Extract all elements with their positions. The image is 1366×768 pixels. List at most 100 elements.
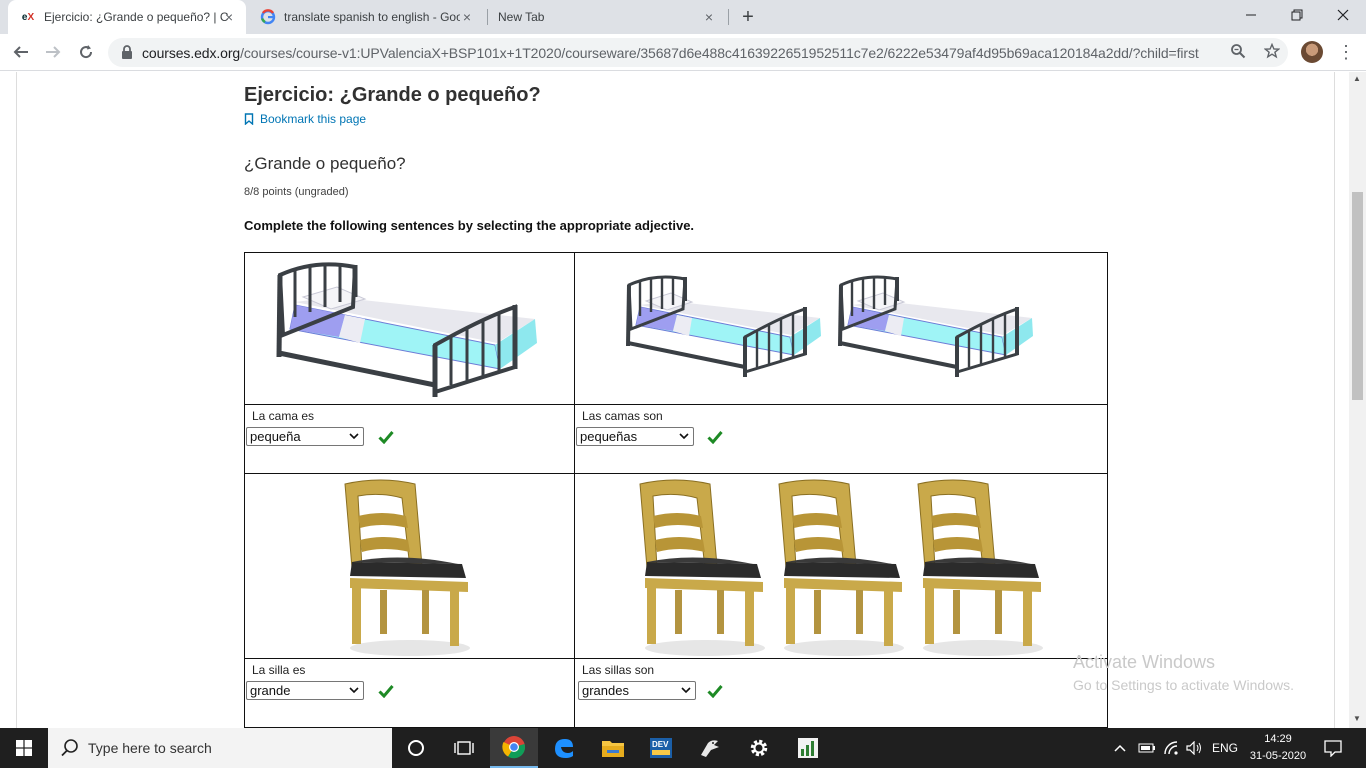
start-button[interactable]: [0, 728, 48, 768]
profile-avatar[interactable]: [1301, 41, 1323, 63]
task-view-icon: [454, 741, 474, 755]
tab-separator: [728, 9, 729, 25]
tab-label: Ejercicio: ¿Grande o pequeño? | C: [44, 10, 229, 24]
sentence-label: Las camas son: [582, 409, 663, 423]
folder-icon: [602, 741, 624, 757]
answer-cell: La cama es pequeña: [245, 405, 575, 474]
minimize-button[interactable]: [1228, 0, 1274, 30]
address-bar[interactable]: courses.edx.org/courses/course-v1:UPVale…: [108, 38, 1288, 67]
chair-image: [344, 479, 470, 656]
activate-windows-subtitle: Go to Settings to activate Windows.: [1073, 677, 1294, 693]
tab-google-translate[interactable]: translate spanish to english - Goo ×: [248, 0, 484, 34]
task-view-button[interactable]: [440, 728, 488, 768]
search-placeholder: Type here to search: [88, 740, 212, 756]
selected-value: pequeñas: [580, 429, 638, 444]
browser-tab-strip: eX Ejercicio: ¿Grande o pequeño? | C × t…: [0, 0, 1366, 34]
correct-check-icon: [378, 685, 394, 698]
adjective-select[interactable]: grandes: [578, 681, 696, 700]
battery-icon[interactable]: [1138, 728, 1156, 768]
chevron-down-icon: [679, 433, 689, 440]
bookmark-link[interactable]: Bookmark this page: [244, 112, 366, 126]
url-domain: courses.edx.org: [142, 45, 241, 61]
restore-icon: [1291, 9, 1303, 21]
wifi-icon[interactable]: [1163, 728, 1179, 768]
activate-windows-title: Activate Windows: [1073, 652, 1216, 672]
adjective-select[interactable]: pequeña: [246, 427, 364, 446]
three-chairs-image: [639, 479, 1044, 657]
chrome-taskbar-button[interactable]: [490, 728, 538, 768]
scroll-up-arrow-icon[interactable]: ▲: [1353, 74, 1361, 83]
answer-cell: Las camas son pequeñas: [575, 405, 1108, 474]
reload-button[interactable]: [74, 40, 98, 64]
correct-check-icon: [707, 431, 723, 444]
close-tab-icon[interactable]: ×: [702, 10, 716, 24]
bird-app-icon: [701, 740, 719, 757]
star-icon[interactable]: [1262, 42, 1282, 63]
bookmark-label: Bookmark this page: [260, 112, 367, 126]
correct-check-icon: [707, 685, 723, 698]
points-text: 8/8 points (ungraded): [244, 186, 349, 198]
zoom-icon[interactable]: [1228, 43, 1248, 63]
selected-value: grande: [250, 683, 291, 698]
edx-favicon-icon: eX: [21, 11, 35, 23]
selected-value: pequeña: [250, 429, 301, 444]
edge-icon: [555, 739, 573, 758]
chair-image: [917, 479, 1044, 657]
action-center-button[interactable]: [1323, 728, 1343, 768]
restore-button[interactable]: [1274, 0, 1320, 30]
sentence-label: La cama es: [252, 409, 315, 423]
bird-app-taskbar-button[interactable]: [686, 728, 734, 768]
taskbar-search-box[interactable]: Type here to search: [48, 728, 392, 768]
chevron-down-icon: [681, 687, 691, 694]
dev-app-taskbar-button[interactable]: DEV: [637, 728, 685, 768]
sentence-label: La silla es: [252, 663, 306, 677]
adjective-select[interactable]: grande: [246, 681, 364, 700]
chair-image: [639, 479, 766, 657]
adjective-select[interactable]: pequeñas: [576, 427, 694, 446]
volume-icon[interactable]: [1186, 728, 1204, 768]
gear-icon: [750, 739, 768, 757]
edge-taskbar-button[interactable]: [540, 728, 588, 768]
chevron-up-icon: [1114, 744, 1126, 752]
back-button[interactable]: [9, 40, 33, 64]
tab-new-tab[interactable]: New Tab ×: [486, 0, 726, 34]
forward-arrow-icon: [46, 46, 61, 58]
new-tab-button[interactable]: +: [738, 7, 758, 27]
tab-label: translate spanish to english - Goo: [284, 10, 460, 24]
chrome-icon: [502, 736, 526, 759]
cortana-button[interactable]: [392, 728, 440, 768]
settings-taskbar-button[interactable]: [735, 728, 783, 768]
close-window-button[interactable]: [1320, 0, 1366, 30]
image-cell: [245, 474, 575, 659]
tab-edx-exercise[interactable]: eX Ejercicio: ¿Grande o pequeño? | C ×: [8, 0, 246, 34]
answer-cell: La silla es grande: [245, 659, 575, 728]
language-indicator[interactable]: ENG: [1212, 728, 1238, 768]
close-tab-icon[interactable]: ×: [222, 10, 236, 24]
menu-dots-icon[interactable]: ⋮: [1336, 42, 1356, 62]
content-border: [1334, 72, 1335, 728]
clock-date: 31-05-2020: [1249, 750, 1307, 762]
back-arrow-icon: [13, 46, 28, 58]
google-favicon-icon: [260, 9, 276, 25]
bookmark-icon: [244, 113, 254, 125]
sentence-label: Las sillas son: [582, 663, 655, 677]
selected-value: grandes: [582, 683, 629, 698]
windows-taskbar: Type here to search DEV ENG 14:29 31-05-…: [0, 728, 1366, 768]
page-scrollbar[interactable]: ▲ ▼: [1349, 72, 1366, 728]
clock[interactable]: 14:29 31-05-2020: [1248, 731, 1308, 765]
forward-button[interactable]: [41, 40, 65, 64]
close-tab-icon[interactable]: ×: [460, 10, 474, 24]
problem-title: ¿Grande o pequeño?: [244, 154, 406, 173]
reload-icon: [80, 45, 93, 59]
scroll-down-arrow-icon[interactable]: ▼: [1353, 714, 1361, 723]
windows-logo-icon: [16, 740, 32, 756]
bed-image: [838, 275, 1035, 379]
chair-image: [778, 479, 905, 657]
spreadsheet-taskbar-button[interactable]: [784, 728, 832, 768]
notification-icon: [1324, 740, 1342, 757]
bed-image: [626, 275, 823, 379]
show-hidden-icons-button[interactable]: [1114, 728, 1126, 768]
file-explorer-taskbar-button[interactable]: [589, 728, 637, 768]
spreadsheet-icon: [798, 738, 818, 758]
scroll-thumb[interactable]: [1352, 192, 1363, 400]
